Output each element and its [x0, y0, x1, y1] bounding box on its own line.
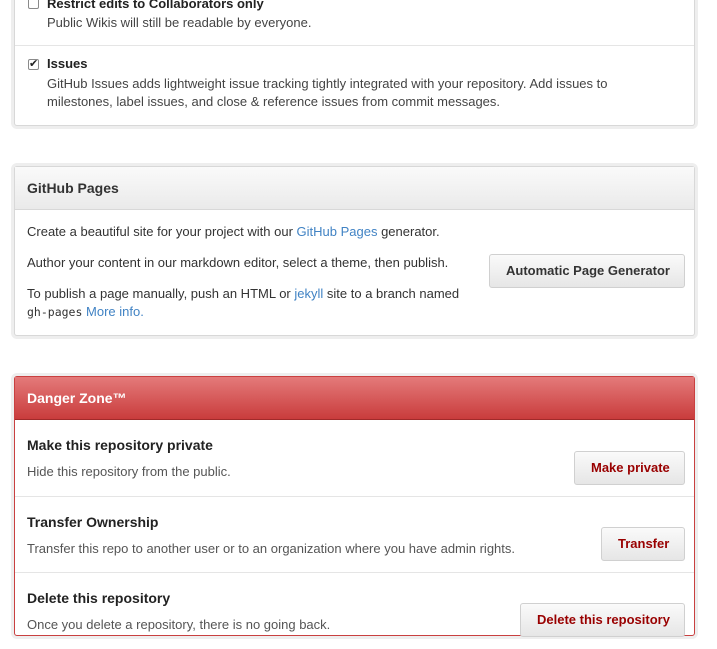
github-pages-header: GitHub Pages: [15, 167, 694, 210]
restrict-wiki-label: Restrict edits to Collaborators only: [47, 0, 264, 11]
delete-title: Delete this repository: [27, 590, 171, 606]
pages-line1-text-end: generator.: [377, 224, 440, 239]
transfer-button[interactable]: Transfer: [601, 527, 685, 561]
pages-line1-text: Create a beautiful site for your project…: [27, 224, 297, 239]
transfer-description: Transfer this repo to another user or to…: [27, 541, 516, 556]
transfer-row: Transfer Ownership Transfer this repo to…: [15, 496, 694, 573]
danger-zone-header: Danger Zone™: [15, 377, 694, 420]
transfer-title: Transfer Ownership: [27, 514, 159, 530]
automatic-page-generator-button[interactable]: Automatic Page Generator: [489, 254, 685, 288]
restrict-wiki-option: Restrict edits to Collaborators only Pub…: [28, 0, 681, 44]
features-box: Restrict edits to Collaborators only Pub…: [14, 0, 695, 126]
make-private-row: Make this repository private Hide this r…: [15, 420, 694, 496]
restrict-wiki-checkbox[interactable]: [28, 0, 39, 9]
pages-line4: gh-pages More info.: [27, 303, 144, 321]
jekyll-link[interactable]: jekyll: [294, 286, 323, 301]
github-pages-link[interactable]: GitHub Pages: [297, 224, 378, 239]
gh-pages-branch: gh-pages: [27, 305, 83, 319]
issues-checkbox[interactable]: ✔: [28, 59, 39, 70]
make-private-button[interactable]: Make private: [574, 451, 685, 485]
restrict-wiki-description: Public Wikis will still be readable by e…: [47, 15, 312, 30]
issues-label: Issues: [47, 56, 88, 71]
pages-line3: To publish a page manually, push an HTML…: [27, 285, 459, 303]
delete-description: Once you delete a repository, there is n…: [27, 617, 331, 632]
pages-line3-text-end: site to a branch named: [323, 286, 460, 301]
make-private-title: Make this repository private: [27, 437, 213, 453]
delete-row: Delete this repository Once you delete a…: [15, 572, 694, 649]
delete-repository-button[interactable]: Delete this repository: [520, 603, 685, 637]
make-private-description: Hide this repository from the public.: [27, 464, 231, 479]
pages-line2: Author your content in our markdown edit…: [27, 255, 449, 270]
danger-zone-box: Danger Zone™ Make this repository privat…: [14, 376, 695, 637]
pages-line3-text: To publish a page manually, push an HTML…: [27, 286, 295, 301]
more-info-link[interactable]: More info.: [86, 304, 144, 319]
issues-description-line1: GitHub Issues adds lightweight issue tra…: [47, 76, 608, 91]
issues-description-line2: milestones, label issues, and close & re…: [47, 94, 501, 109]
issues-option: ✔ Issues GitHub Issues adds lightweight …: [15, 45, 694, 126]
github-pages-box: GitHub Pages Create a beautiful site for…: [14, 166, 695, 336]
pages-line1: Create a beautiful site for your project…: [27, 223, 440, 241]
